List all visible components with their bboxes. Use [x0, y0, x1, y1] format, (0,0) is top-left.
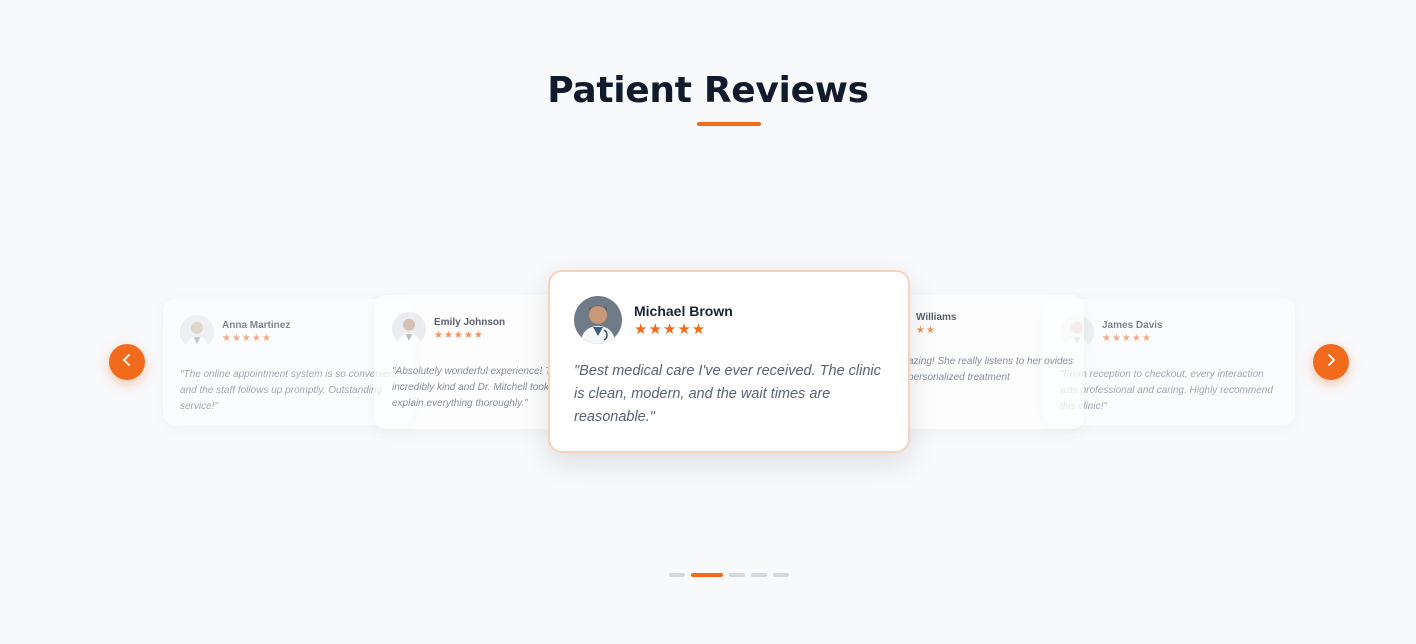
review-quote: "Best medical care I've ever received. T…: [574, 363, 881, 425]
section-title: Patient Reviews: [547, 70, 869, 111]
chevron-right-icon: [1324, 353, 1338, 372]
review-quote: azing! She really listens to her ovides …: [908, 356, 1074, 383]
pagination-dot-5[interactable]: [773, 573, 789, 577]
reviewer-name: Williams: [916, 312, 957, 323]
reviewer-name: James Davis: [1102, 320, 1163, 331]
star-rating: ★★★★★: [222, 333, 272, 344]
pagination-dot-4[interactable]: [751, 573, 767, 577]
review-quote: "The online appointment system is so con…: [180, 369, 398, 412]
star-rating: ★★★★★: [434, 330, 484, 341]
pagination-dot-2-active[interactable]: [691, 573, 723, 577]
title-underline: [697, 122, 761, 126]
pagination-dot-1[interactable]: [669, 573, 685, 577]
star-rating: ★★: [916, 325, 936, 336]
avatar: [392, 312, 426, 346]
carousel-prev-button[interactable]: [109, 344, 145, 380]
carousel-pagination: [669, 573, 789, 577]
avatar: [574, 296, 622, 344]
star-rating: ★★★★★: [1102, 333, 1152, 344]
avatar: [180, 315, 214, 349]
review-card-michael-brown[interactable]: Michael Brown ★★★★★ "Best medical care I…: [548, 270, 910, 453]
reviewer-name: Michael Brown: [634, 302, 733, 319]
carousel-next-button[interactable]: [1313, 344, 1349, 380]
pagination-dot-3[interactable]: [729, 573, 745, 577]
patient-reviews-section: Patient Reviews Anna Martinez ★★★★★ "The…: [0, 0, 1416, 644]
review-quote: "From reception to checkout, every inter…: [1060, 369, 1273, 412]
reviewer-name: Anna Martinez: [222, 320, 291, 331]
reviewer-name: Emily Johnson: [434, 317, 506, 328]
star-rating: ★★★★★: [634, 320, 707, 338]
chevron-left-icon: [120, 353, 134, 372]
